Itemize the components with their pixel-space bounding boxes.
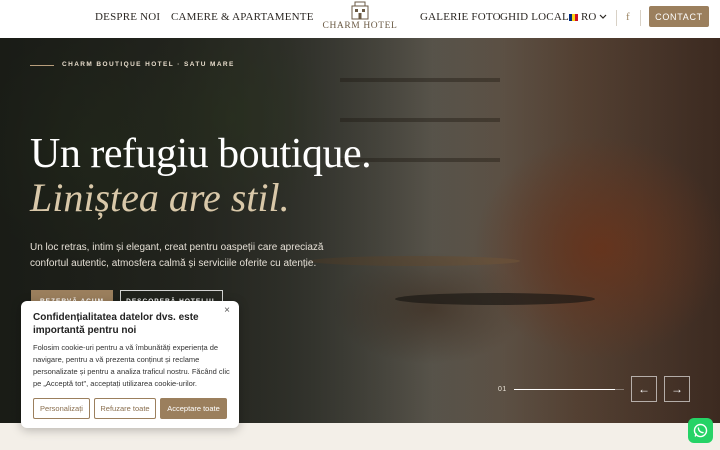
arrow-left-icon: ← [638, 382, 650, 396]
logo-text: CHARM HOTEL [322, 21, 398, 31]
cookie-title: Confidențialitatea datelor dvs. este imp… [33, 312, 199, 336]
hero-eyebrow: CHARM BOUTIQUE HOTEL · SATU MARE [62, 61, 235, 68]
nav-ghid-local[interactable]: GHID LOCAL [500, 11, 569, 23]
cookie-reject-button[interactable]: Refuzare toate [94, 398, 156, 419]
chevron-down-icon [599, 14, 607, 19]
arrow-right-icon: → [671, 382, 683, 396]
cookie-body: Folosim cookie-uri pentru a vă îmbunătăț… [33, 343, 230, 388]
slide-progress-fill [514, 389, 616, 390]
contact-button[interactable]: CONTACT [649, 6, 709, 27]
header-divider [616, 10, 617, 26]
eyebrow-line [30, 65, 54, 66]
hero-subtitle: Liniștea are stil. [30, 175, 290, 220]
hotel-building-icon [351, 1, 369, 20]
slide-prev-button[interactable]: ← [631, 376, 657, 402]
language-label: RO [581, 11, 597, 23]
header-divider [640, 10, 641, 26]
nav-camere-apartamente[interactable]: CAMERE & APARTAMENTE [171, 11, 314, 23]
cookie-consent-dialog: × Confidențialitatea datelor dvs. este i… [21, 301, 239, 428]
hotel-logo[interactable]: CHARM HOTEL [322, 1, 398, 37]
site-header: DESPRE NOI CAMERE & APARTAMENTE CHARM HO… [0, 0, 720, 38]
slide-number: 01 [498, 386, 507, 393]
cookie-accept-button[interactable]: Acceptare toate [160, 398, 227, 419]
slide-next-button[interactable]: → [664, 376, 690, 402]
close-icon[interactable]: × [224, 305, 230, 316]
whatsapp-button[interactable] [688, 418, 713, 443]
slide-progress-track [514, 389, 624, 390]
hero-title: Un refugiu boutique. [30, 131, 372, 177]
cookie-customize-button[interactable]: Personalizați [33, 398, 90, 419]
language-selector[interactable]: RO [569, 11, 607, 23]
hero-lead: Un loc retras, intim și elegant, creat p… [30, 242, 324, 269]
romania-flag-icon [569, 13, 578, 21]
nav-galerie-foto[interactable]: GALERIE FOTO [420, 11, 501, 23]
facebook-icon[interactable]: f [626, 11, 630, 23]
nav-despre-noi[interactable]: DESPRE NOI [95, 11, 160, 23]
whatsapp-icon [693, 423, 708, 438]
